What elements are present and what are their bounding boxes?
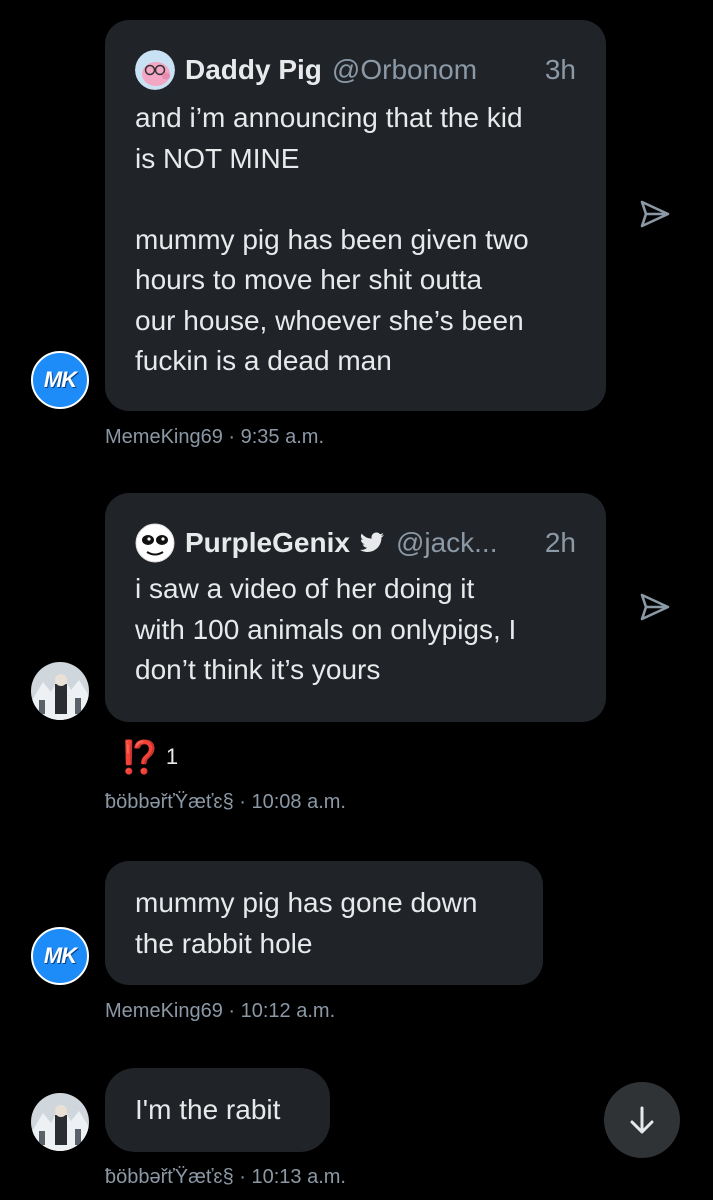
meta-separator: ·	[239, 1166, 252, 1188]
quoted-author-avatar	[135, 523, 175, 563]
meta-separator: ·	[228, 426, 241, 448]
quoted-tweet-time: 2h	[544, 527, 576, 558]
avatar-initials: MK	[43, 367, 77, 392]
message-meta: ƀöbbəřťŸæťɛ§ · 10:13 a.m.	[105, 1166, 346, 1189]
quoted-tweet-card[interactable]: Daddy Pig @Orbonom 3h and i’m announcing…	[105, 20, 606, 411]
sender-name: MemeKing69	[105, 1000, 223, 1022]
message-bubble[interactable]: I'm the rabit	[105, 1068, 330, 1152]
scroll-down-button[interactable]	[604, 1082, 680, 1158]
quoted-author-name[interactable]: Daddy Pig	[185, 52, 322, 88]
avatar-memeking[interactable]: MK	[31, 927, 89, 985]
quoted-tweet-time: 3h	[544, 54, 576, 85]
sender-name: ƀöbbəřťŸæťɛ§	[105, 1166, 234, 1188]
message-meta: ƀöbbəřťŸæťɛ§ · 10:08 a.m.	[105, 791, 346, 814]
message-time: 10:12 a.m.	[240, 1000, 336, 1022]
avatar-bobbart[interactable]	[31, 662, 89, 720]
message-time: 10:13 a.m.	[251, 1166, 346, 1188]
bird-badge-icon	[360, 532, 384, 552]
quoted-tweet-header: Daddy Pig @Orbonom 3h	[135, 50, 576, 90]
avatar-memeking[interactable]: MK	[31, 351, 89, 409]
avatar-bobbart[interactable]	[31, 1093, 89, 1151]
reaction-count: 1	[165, 744, 179, 769]
quoted-tweet-text: and i’m announcing that the kid is NOT M…	[135, 102, 529, 376]
message-text: mummy pig has gone down the rabbit hole	[135, 887, 478, 959]
message-meta: MemeKing69 · 10:12 a.m.	[105, 1000, 335, 1023]
quoted-tweet-header: PurpleGenix @jack... 2h	[135, 523, 576, 563]
quoted-author-handle[interactable]: @Orbonom	[332, 52, 477, 88]
message-bubble[interactable]: mummy pig has gone down the rabbit hole	[105, 861, 543, 985]
share-icon[interactable]	[636, 589, 672, 625]
avatar-initials: MK	[43, 943, 77, 968]
quoted-author-avatar	[135, 50, 175, 90]
message-time: 10:08 a.m.	[251, 791, 346, 813]
quoted-tweet-text: i saw a video of her doing it with 100 a…	[135, 573, 517, 685]
share-icon[interactable]	[636, 196, 672, 232]
message-time: 9:35 a.m.	[240, 426, 325, 448]
quoted-author-name[interactable]: PurpleGenix	[185, 525, 350, 561]
meta-separator: ·	[228, 1000, 241, 1022]
sender-name: MemeKing69	[105, 426, 223, 448]
quoted-author-handle[interactable]: @jack...	[396, 525, 498, 561]
message-text: I'm the rabit	[135, 1094, 281, 1125]
message-reaction[interactable]: ⁉️ 1	[120, 738, 178, 776]
meta-separator: ·	[239, 791, 252, 813]
quoted-tweet-card[interactable]: PurpleGenix @jack... 2h i saw a video of…	[105, 493, 606, 722]
arrow-down-icon	[630, 1106, 654, 1134]
interrobang-emoji: ⁉️	[120, 739, 160, 775]
message-meta: MemeKing69 · 9:35 a.m.	[105, 426, 324, 449]
sender-name: ƀöbbəřťŸæťɛ§	[105, 791, 234, 813]
